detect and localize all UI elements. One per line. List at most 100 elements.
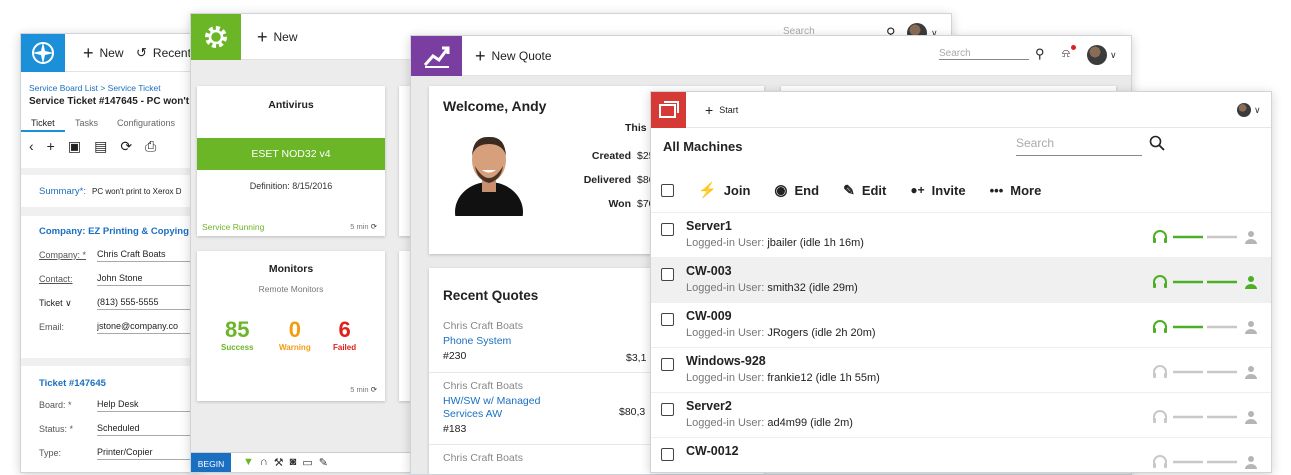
connection-status (1153, 365, 1257, 379)
wrench-icon[interactable]: ⚒ (274, 456, 284, 469)
status-select[interactable]: Scheduled (97, 423, 199, 436)
new-button[interactable]: + New (83, 34, 124, 72)
row-checkbox[interactable] (661, 358, 674, 371)
logged-in-prefix: Logged-in User: (686, 327, 765, 339)
new-button[interactable]: + New (257, 14, 298, 60)
logged-in-prefix: Logged-in User: (686, 417, 765, 429)
type-select[interactable]: Printer/Copier (97, 447, 199, 460)
ticket-header-panel: Service Board List > Service Ticket Serv… (21, 72, 199, 168)
join-icon[interactable]: ✎ (319, 456, 328, 469)
refresh-icon[interactable]: ⟳ (120, 138, 132, 155)
save-close-icon[interactable]: ▤ (94, 138, 107, 155)
plus-icon: + (83, 43, 94, 63)
refresh-icon: ⟳ (370, 385, 377, 394)
back-icon[interactable]: ‹ (29, 138, 34, 155)
av-time: 5 min (350, 222, 369, 231)
action-toolbar: ⚡ Join ◉ End ✎ Edit ●+ Invite ••• More (661, 181, 1041, 199)
success-count: 85 (224, 317, 250, 342)
machine-row[interactable]: CW-0012 (651, 437, 1271, 472)
email-input[interactable]: jstone@company.co (97, 321, 199, 334)
headset-earpiece (1164, 463, 1167, 468)
warning-stat: 0 Warning (279, 317, 311, 352)
antivirus-card: Antivirus ESET NOD32 v4 Definition: 8/15… (197, 86, 385, 236)
connection-status (1153, 230, 1257, 244)
print-icon[interactable]: ⎙ (145, 138, 156, 155)
machine-row[interactable]: Server2 Logged-in User: ad4m99 (idle 2m) (651, 392, 1271, 437)
tab-tasks[interactable]: Tasks (75, 118, 98, 128)
chart-logo-icon[interactable] (411, 36, 462, 76)
add-user-icon: ●+ (910, 183, 925, 197)
recent-quotes-title: Recent Quotes (443, 288, 539, 303)
chat-icon[interactable]: ▭ (302, 456, 312, 469)
invite-button[interactable]: ●+ Invite (910, 183, 965, 198)
new-quote-button[interactable]: + New Quote (475, 36, 552, 76)
tab-ticket[interactable]: Ticket (31, 118, 55, 128)
machine-name: CW-003 (686, 264, 732, 278)
search-input[interactable]: Search (939, 48, 1029, 60)
select-all-checkbox[interactable] (661, 183, 674, 197)
machine-row[interactable]: Server1 Logged-in User: jbailer (idle 1h … (651, 212, 1271, 257)
quote-name[interactable]: HW/SW w/ Managed Services AW (443, 395, 563, 421)
user-icon-body (1245, 419, 1257, 424)
type-field: Type: Printer/Copier (21, 441, 199, 465)
contact-select[interactable]: John Stone (97, 273, 199, 286)
search-icon[interactable] (1149, 135, 1165, 156)
ticket-phone-dropdown[interactable]: Ticket ∨ (39, 298, 97, 309)
avatar[interactable] (1237, 103, 1251, 117)
begin-button[interactable]: BEGIN (191, 453, 231, 472)
headset-earpiece (1153, 463, 1156, 468)
user-icon-head (1248, 321, 1254, 327)
search-input[interactable]: Search (1016, 136, 1142, 156)
phone-input[interactable]: (813) 555-5555 (97, 297, 199, 310)
company-label[interactable]: Company: * (39, 250, 97, 260)
recent-button[interactable]: ↺ Recent (136, 34, 191, 72)
row-checkbox[interactable] (661, 268, 674, 281)
refresh-time[interactable]: 5 min ⟳ (350, 385, 377, 394)
company-select[interactable]: Chris Craft Boats (97, 249, 199, 262)
avatar[interactable] (1087, 45, 1107, 65)
headset-icon[interactable]: ∩ (260, 456, 268, 469)
edit-label: Edit (861, 182, 887, 198)
user-icon-body (1245, 374, 1257, 379)
row-checkbox[interactable] (661, 223, 674, 236)
compass-logo-icon[interactable] (21, 34, 65, 72)
search-icon[interactable]: ⚲ (1035, 46, 1045, 62)
camera-icon[interactable]: ◙ (290, 456, 297, 469)
summary-input[interactable]: PC won't print to Xerox D (92, 187, 182, 196)
windows-logo-icon[interactable] (651, 92, 686, 128)
gear-logo-icon[interactable] (191, 14, 241, 60)
warning-label: Warning (279, 343, 311, 352)
join-button[interactable]: ⚡ Join (698, 181, 750, 199)
machine-row[interactable]: CW-003 Logged-in User: smith32 (idle 29m) (651, 257, 1271, 302)
row-checkbox[interactable] (661, 403, 674, 416)
chevron-down-icon[interactable]: ∨ (1254, 105, 1261, 116)
service-ticket-window: + New ↺ Recent Service Board List > Serv… (20, 33, 200, 473)
refresh-icon: ⟳ (370, 222, 377, 231)
machine-row[interactable]: CW-009 Logged-in User: JRogers (idle 2h 2… (651, 302, 1271, 347)
save-icon[interactable]: ▣ (68, 138, 81, 155)
contact-label[interactable]: Contact: (39, 274, 97, 284)
row-checkbox[interactable] (661, 448, 674, 461)
row-checkbox[interactable] (661, 313, 674, 326)
breadcrumb[interactable]: Service Board List > Service Ticket (29, 83, 161, 93)
board-select[interactable]: Help Desk (97, 399, 199, 412)
start-button[interactable]: + Start (705, 92, 738, 128)
end-button[interactable]: ◉ End (774, 181, 819, 199)
connection-status (1153, 410, 1257, 424)
tab-configurations[interactable]: Configurations (117, 118, 175, 128)
quote-company[interactable]: Chris Craft Boats (443, 452, 523, 464)
new-quote-label: New Quote (491, 49, 552, 63)
refresh-time[interactable]: 5 min ⟳ (350, 222, 377, 231)
period-header: This (625, 122, 647, 134)
edit-button[interactable]: ✎ Edit (843, 182, 886, 199)
bell-icon[interactable]: ⍾ (1062, 46, 1070, 61)
chevron-down-icon[interactable]: ∨ (1110, 50, 1117, 61)
user-icon-head (1248, 231, 1254, 237)
more-button[interactable]: ••• More (990, 183, 1042, 198)
wifi-icon[interactable]: ▼ (243, 456, 254, 469)
machine-row[interactable]: Windows-928 Logged-in User: frankie12 (id… (651, 347, 1271, 392)
add-icon[interactable]: + (47, 138, 55, 155)
user-value: ad4m99 (idle 2m) (767, 417, 853, 429)
pencil-icon: ✎ (843, 181, 855, 198)
headset-earpiece (1164, 373, 1167, 378)
